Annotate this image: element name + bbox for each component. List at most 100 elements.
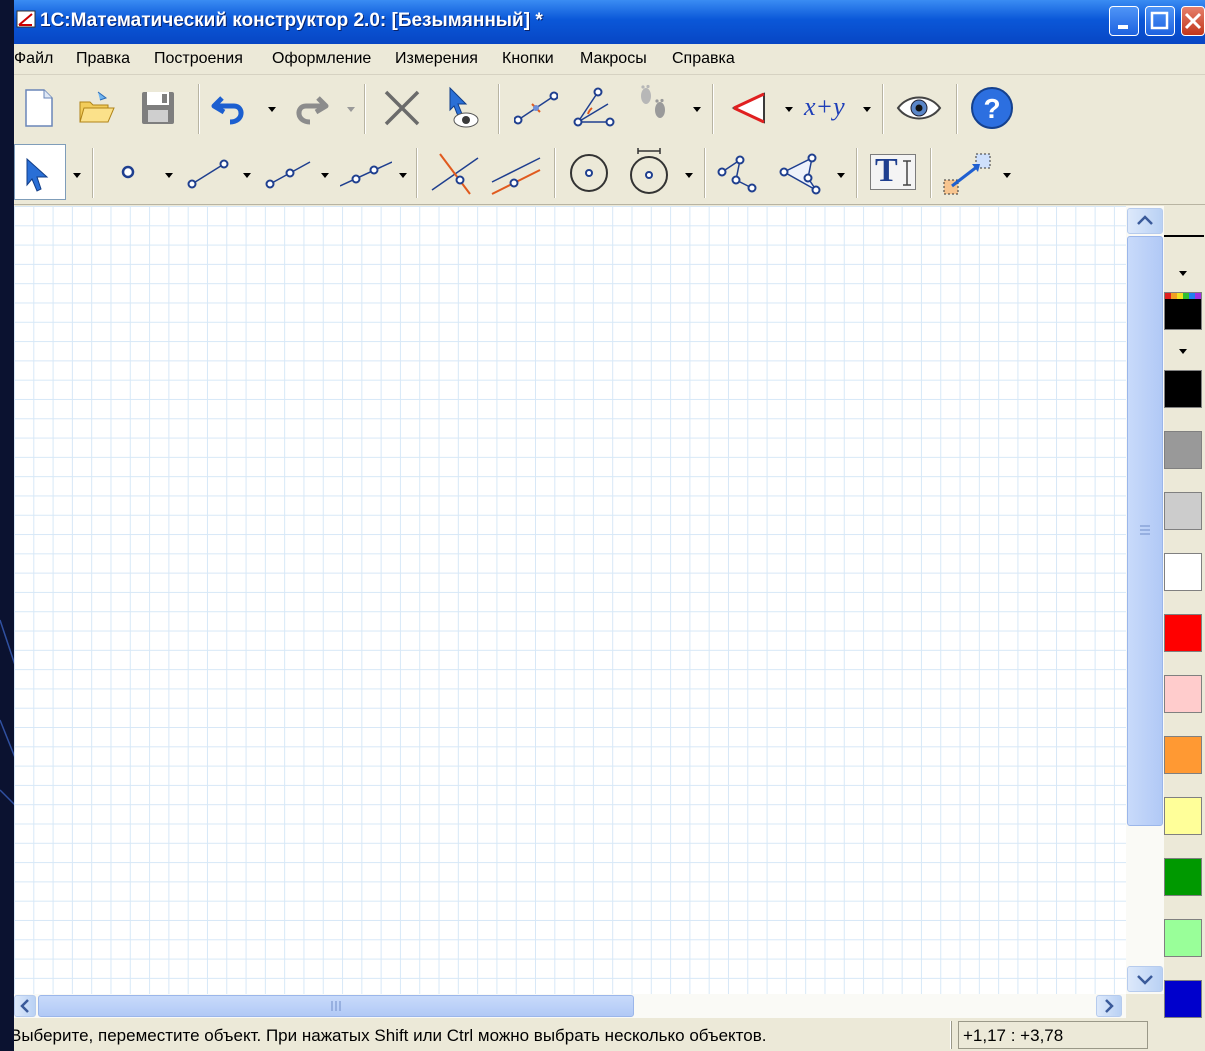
ray-icon (265, 161, 311, 189)
polygon-tool-dropdown[interactable] (836, 170, 846, 180)
circle-tool-dropdown[interactable] (684, 170, 694, 180)
menu-macros[interactable]: Макросы (580, 50, 647, 68)
menu-edit[interactable]: Правка (76, 50, 130, 68)
select-tool-dropdown[interactable] (72, 170, 82, 180)
grip-icon (331, 1001, 341, 1011)
circle-tool-button[interactable] (566, 150, 612, 196)
undo-icon (211, 96, 244, 125)
toolbar-separator (882, 84, 884, 134)
toolbar-separator (198, 84, 200, 134)
color-swatch-light-gray[interactable] (1164, 492, 1202, 530)
menu-help[interactable]: Справка (672, 50, 735, 68)
color-swatch-gray[interactable] (1164, 431, 1202, 469)
menu-file[interactable]: Файл (14, 50, 53, 68)
toolbar-separator (712, 84, 714, 134)
connect-tool-dropdown[interactable] (1002, 170, 1012, 180)
line-style-dropdown[interactable] (1178, 268, 1188, 278)
trace-dropdown[interactable] (692, 104, 702, 114)
parallel-tool-button[interactable] (490, 150, 542, 198)
close-button[interactable] (1181, 6, 1205, 36)
help-button[interactable]: ? (970, 86, 1014, 130)
polyline-tool-button[interactable] (716, 150, 764, 198)
angle-bisector-button[interactable] (572, 86, 615, 127)
color-swatch-light-yellow[interactable] (1164, 797, 1202, 835)
app-window: 1С:Математический конструктор 2.0: [Безы… (14, 0, 1205, 1051)
dropdown-arrow-icon (399, 173, 407, 178)
connect-arrow-icon (943, 153, 991, 195)
color-swatch-pink[interactable] (1164, 675, 1202, 713)
line-tool-button[interactable] (339, 154, 393, 194)
line-style-icon (1164, 235, 1204, 237)
horizontal-scroll-thumb[interactable] (38, 995, 634, 1017)
color-swatch-light-green[interactable] (1164, 919, 1202, 957)
minimize-button[interactable] (1109, 6, 1139, 36)
ray-tool-dropdown[interactable] (320, 170, 330, 180)
trace-button[interactable] (634, 84, 674, 124)
select-tool-button[interactable] (14, 144, 66, 200)
transform-dropdown[interactable] (784, 104, 794, 114)
undo-button[interactable] (210, 88, 250, 128)
title-bar[interactable]: 1С:Математический конструктор 2.0: [Безы… (14, 0, 1205, 44)
triangle-icon (731, 92, 765, 124)
transform-button[interactable] (730, 88, 770, 128)
footprints-icon (641, 84, 665, 118)
connect-tool-button[interactable] (942, 150, 994, 198)
color-swatch-black[interactable] (1164, 370, 1202, 408)
show-hide-button[interactable] (442, 86, 482, 128)
close-icon (1184, 12, 1202, 30)
line-icon (339, 161, 393, 187)
maximize-button[interactable] (1145, 6, 1175, 36)
menu-formatting[interactable]: Оформление (272, 50, 371, 68)
drawing-canvas[interactable] (14, 206, 1126, 994)
parallel-icon (491, 157, 541, 195)
horizontal-scrollbar[interactable] (14, 994, 1126, 1018)
dropdown-arrow-icon (268, 107, 276, 112)
segment-tool-button[interactable] (186, 154, 229, 194)
color-swatch-green[interactable] (1164, 858, 1202, 896)
perpendicular-tool-button[interactable] (430, 150, 480, 198)
undo-dropdown[interactable] (267, 104, 277, 114)
polyline-icon (717, 155, 757, 193)
view-button[interactable] (896, 88, 942, 128)
dropdown-arrow-icon (321, 173, 329, 178)
toolbar-separator (856, 148, 858, 198)
midpoint-button[interactable] (513, 88, 559, 128)
redo-button[interactable] (290, 88, 330, 128)
dropdown-arrow-icon (165, 173, 173, 178)
toolbar-separator (554, 148, 556, 198)
scroll-down-button[interactable] (1127, 966, 1163, 992)
new-document-button[interactable] (18, 88, 58, 128)
scroll-up-button[interactable] (1127, 208, 1163, 234)
point-tool-dropdown[interactable] (164, 170, 174, 180)
delete-x-icon (384, 90, 420, 126)
color-swatch-red[interactable] (1164, 614, 1202, 652)
formula-button[interactable]: x+y (804, 92, 845, 122)
circle-radius-tool-button[interactable] (626, 148, 672, 196)
menu-buttons[interactable]: Кнопки (502, 50, 554, 68)
save-button[interactable] (138, 88, 178, 128)
point-tool-button[interactable] (110, 154, 150, 194)
menu-constructions[interactable]: Построения (154, 50, 243, 68)
color-swatch-white[interactable] (1164, 553, 1202, 591)
current-color-swatch[interactable] (1164, 292, 1202, 330)
formula-dropdown[interactable] (862, 104, 872, 114)
text-tool-button[interactable]: T (870, 152, 916, 190)
redo-dropdown[interactable] (346, 104, 356, 114)
line-tool-dropdown[interactable] (398, 170, 408, 180)
color-dropdown[interactable] (1178, 346, 1188, 356)
color-swatch-blue[interactable] (1164, 980, 1202, 1018)
segment-tool-dropdown[interactable] (242, 170, 252, 180)
dropdown-arrow-icon (73, 173, 81, 178)
scroll-right-button[interactable] (1096, 995, 1122, 1017)
eye-icon (896, 96, 942, 120)
open-button[interactable] (76, 88, 116, 128)
ray-tool-button[interactable] (264, 154, 311, 194)
color-swatch-orange[interactable] (1164, 736, 1202, 774)
delete-button[interactable] (382, 88, 422, 128)
polygon-tool-button[interactable] (778, 150, 826, 198)
vertical-scrollbar[interactable] (1126, 206, 1164, 994)
vertical-scroll-thumb[interactable] (1127, 236, 1163, 826)
scroll-left-button[interactable] (14, 995, 36, 1017)
text-tool-label: T (875, 152, 898, 189)
menu-measurements[interactable]: Измерения (395, 50, 478, 68)
